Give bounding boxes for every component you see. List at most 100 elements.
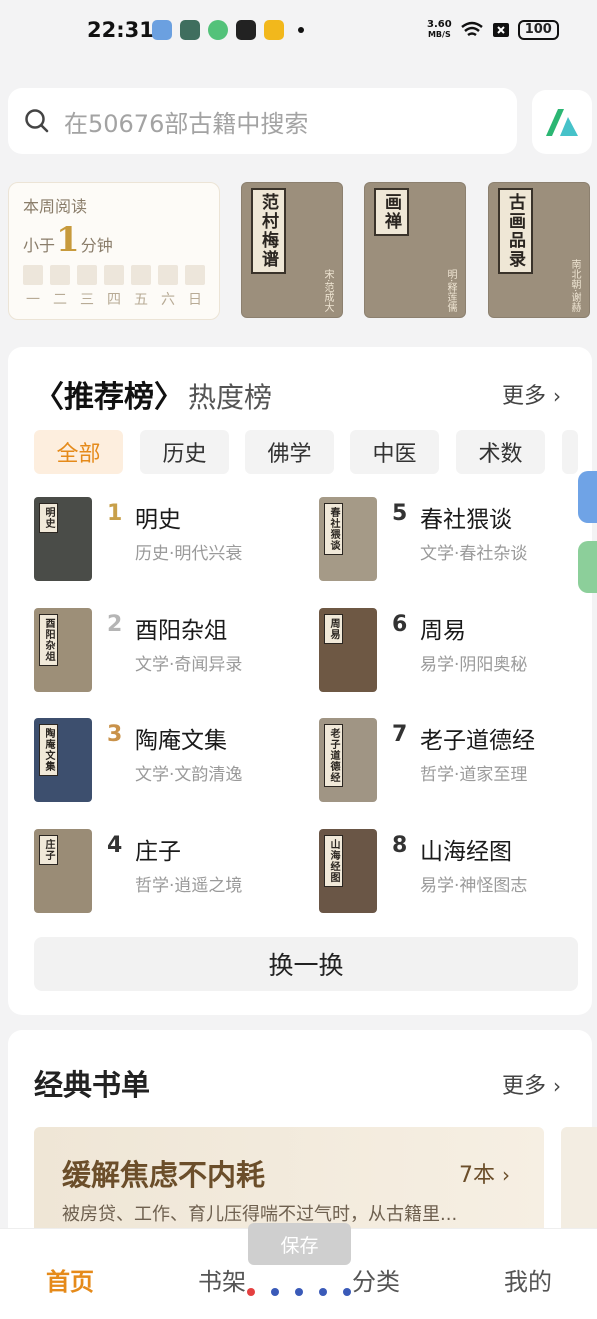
floating-chat-button[interactable]	[578, 541, 597, 593]
book-title: 周易	[420, 618, 466, 644]
recent-book-cover[interactable]: 古画品录 南北朝·谢赫	[488, 182, 590, 318]
app-icon	[180, 20, 200, 40]
app-icon	[264, 20, 284, 40]
tab-recommend[interactable]: 〈推荐榜〉	[34, 372, 184, 416]
duration-suffix: 分钟	[80, 236, 113, 255]
book-rank: 5	[392, 501, 408, 526]
nav-home[interactable]: 首页	[46, 1262, 94, 1297]
app-icon	[208, 20, 228, 40]
book-subtitle: 文学·奇闻异录	[135, 655, 243, 675]
book-cover: 山海经图	[319, 829, 377, 913]
day-label: 日	[188, 292, 202, 308]
day-box	[104, 265, 124, 285]
day-box	[23, 265, 43, 285]
day-box	[158, 265, 178, 285]
cover-title: 古画品录	[498, 188, 533, 274]
count-label: 7本	[459, 1163, 495, 1188]
book-cover: 陶庵文集	[34, 718, 92, 802]
cover-author: 宋·范成大	[322, 268, 333, 312]
wifi-icon	[460, 21, 483, 37]
book-title: 庄子	[135, 839, 181, 865]
book-list-title: 缓解焦虑不内耗	[62, 1158, 266, 1192]
nav-category[interactable]: 分类	[352, 1262, 400, 1297]
category-chip-all[interactable]: 全部	[34, 430, 123, 474]
book-cover-label: 庄子	[39, 835, 58, 865]
book-title: 老子道德经	[420, 728, 535, 754]
day-box	[185, 265, 205, 285]
page-dot	[343, 1288, 351, 1296]
ranking-more-link[interactable]: 更多 ›	[502, 378, 561, 410]
recent-book-cover[interactable]: 画禅 明·释莲儒	[364, 182, 466, 318]
net-speed: 3.60 MB/S	[427, 20, 452, 40]
category-chip-overflow[interactable]	[562, 430, 578, 474]
weekly-duration: 小于 1 分钟	[23, 223, 113, 257]
nav-shelf[interactable]: 书架	[198, 1262, 246, 1297]
book-title: 明史	[135, 507, 181, 533]
classic-section-title: 经典书单	[34, 1068, 151, 1102]
book-rank: 7	[392, 722, 408, 747]
swap-button[interactable]: 换一换	[34, 937, 578, 991]
day-label: 五	[134, 292, 148, 308]
book-rank: 2	[107, 612, 123, 637]
search-icon	[25, 109, 49, 133]
category-chip-divination[interactable]: 术数	[456, 430, 545, 474]
nav-mine[interactable]: 我的	[504, 1262, 552, 1297]
ai-logo-icon	[546, 109, 578, 136]
book-title: 春社猥谈	[420, 507, 512, 533]
battery-level: 100	[517, 20, 559, 40]
book-cover: 酉阳杂俎	[34, 608, 92, 692]
search-bar[interactable]: 在50676部古籍中搜索	[8, 88, 517, 154]
book-rank: 8	[392, 833, 408, 858]
more-label: 更多	[502, 384, 547, 409]
book-subtitle: 哲学·道家至理	[420, 765, 528, 785]
page-dot	[319, 1288, 327, 1296]
day-box	[131, 265, 151, 285]
cover-title: 画禅	[374, 188, 409, 236]
ai-assistant-button[interactable]	[532, 90, 592, 154]
page-indicator	[247, 1288, 351, 1296]
chevron-right-icon: ›	[553, 1074, 562, 1098]
book-cover: 明史	[34, 497, 92, 581]
status-right: 3.60 MB/S 100	[427, 20, 559, 40]
tab-hot[interactable]: 热度榜	[188, 376, 272, 416]
day-label: 二	[53, 292, 67, 308]
book-subtitle: 易学·阴阳奥秘	[420, 655, 528, 675]
app-icon	[152, 20, 172, 40]
recent-book-cover[interactable]: 范村梅谱 宋·范成大	[241, 182, 343, 318]
book-cover: 老子道德经	[319, 718, 377, 802]
book-cover: 庄子	[34, 829, 92, 913]
category-chip-history[interactable]: 历史	[140, 430, 229, 474]
book-subtitle: 历史·明代兴衰	[135, 544, 243, 564]
app-icon	[236, 20, 256, 40]
book-cover-label: 春社猥谈	[324, 503, 343, 555]
classic-more-link[interactable]: 更多 ›	[502, 1068, 561, 1100]
duration-number: 1	[56, 220, 80, 260]
net-speed-value: 3.60	[427, 19, 452, 30]
page-dot	[271, 1288, 279, 1296]
book-cover-label: 明史	[39, 503, 58, 533]
weekly-reading-card[interactable]: 本周阅读 小于 1 分钟 一 二 三 四 五 六 日	[8, 182, 220, 320]
save-toast[interactable]: 保存	[248, 1223, 351, 1265]
floating-share-button[interactable]	[578, 471, 597, 523]
book-subtitle: 哲学·逍遥之境	[135, 876, 243, 896]
status-time: 22:31	[87, 18, 154, 42]
book-list-count[interactable]: 7本 ›	[459, 1157, 510, 1189]
book-cover-label: 山海经图	[324, 835, 343, 887]
page-dot	[295, 1288, 303, 1296]
category-chip-tcm[interactable]: 中医	[350, 430, 439, 474]
book-cover-label: 周易	[324, 614, 343, 644]
category-chip-buddhism[interactable]: 佛学	[245, 430, 334, 474]
cover-author: 明·释莲儒	[445, 268, 456, 312]
sim-icon	[492, 23, 509, 37]
book-cover-label: 酉阳杂俎	[39, 614, 58, 666]
cover-author: 南北朝·谢赫	[569, 258, 580, 312]
day-label: 一	[26, 292, 40, 308]
more-notifications-icon	[298, 27, 304, 33]
chevron-right-icon: ›	[502, 1163, 510, 1187]
book-subtitle: 文学·文韵清逸	[135, 765, 243, 785]
book-cover-label: 陶庵文集	[39, 724, 58, 776]
book-cover: 春社猥谈	[319, 497, 377, 581]
page-dot	[247, 1288, 255, 1296]
book-rank: 4	[107, 833, 123, 858]
book-cover: 周易	[319, 608, 377, 692]
